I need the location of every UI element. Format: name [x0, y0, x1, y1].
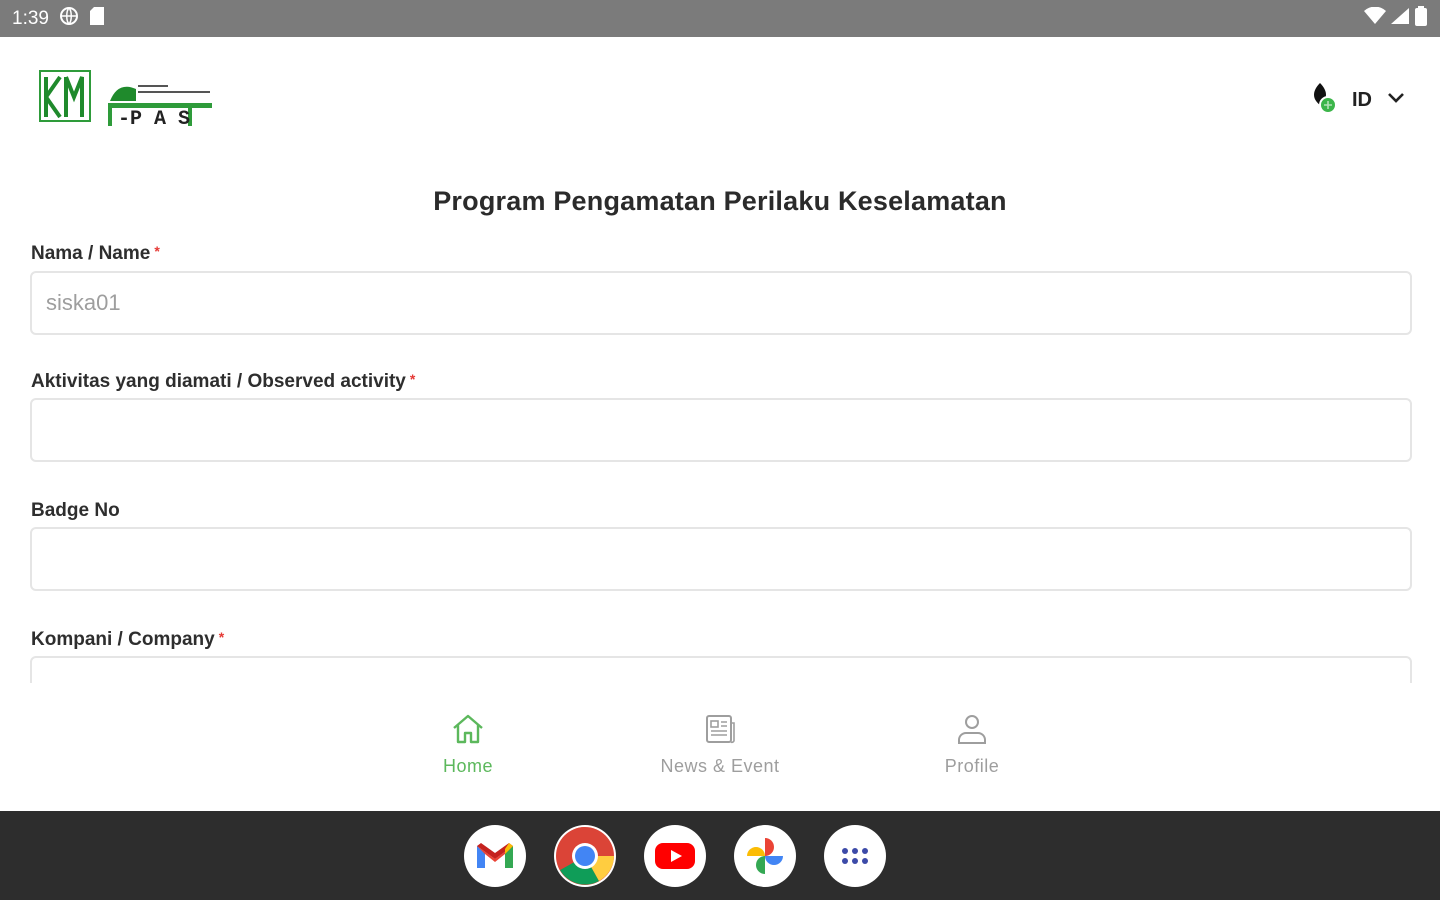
observed-activity-input[interactable]	[30, 398, 1412, 462]
field-label-activity-text: Aktivitas yang diamati / Observed activi…	[31, 371, 406, 392]
field-label-name-text: Nama / Name	[31, 243, 151, 264]
field-label-name: Nama / Name *	[31, 243, 160, 265]
field-label-company-text: Kompani / Company	[31, 629, 215, 650]
app-header: -P A S ID	[0, 37, 1440, 157]
chevron-down-icon[interactable]	[1386, 91, 1406, 110]
status-right	[1364, 6, 1428, 31]
badge-no-input[interactable]	[30, 527, 1412, 591]
signal-icon	[1390, 7, 1410, 30]
nav-label-profile[interactable]: Profile	[945, 756, 1000, 777]
nav-label-news[interactable]: News & Event	[660, 756, 779, 777]
nav-item-profile[interactable]: Profile	[872, 713, 1072, 777]
name-input[interactable]	[30, 271, 1412, 335]
svg-text:-P A S: -P A S	[118, 108, 190, 129]
location-status-icon[interactable]	[1308, 81, 1338, 120]
required-marker: *	[409, 371, 416, 387]
home-icon[interactable]	[451, 713, 485, 750]
vpn-globe-icon	[59, 6, 79, 32]
required-marker: *	[218, 629, 225, 645]
field-label-badge: Badge No	[31, 500, 120, 522]
field-label-activity: Aktivitas yang diamati / Observed activi…	[31, 371, 415, 393]
nav-item-news[interactable]: News & Event	[620, 713, 820, 777]
language-code[interactable]: ID	[1352, 89, 1372, 112]
required-marker: *	[154, 243, 160, 259]
status-left: 1:39	[12, 6, 105, 32]
wifi-icon	[1364, 6, 1386, 30]
app-drawer-icon[interactable]	[824, 825, 886, 887]
status-time: 1:39	[12, 7, 49, 29]
newspaper-icon[interactable]	[703, 713, 737, 750]
nav-item-home[interactable]: Home	[368, 713, 568, 777]
person-icon[interactable]	[955, 713, 989, 750]
nav-label-home[interactable]: Home	[443, 756, 493, 777]
battery-icon	[1414, 6, 1428, 31]
status-bar: 1:39	[0, 0, 1440, 37]
chrome-icon[interactable]	[554, 825, 616, 887]
system-dock	[0, 811, 1440, 900]
language-selector[interactable]: ID	[1308, 81, 1406, 120]
gmail-icon[interactable]	[464, 825, 526, 887]
field-label-badge-text: Badge No	[31, 500, 120, 521]
field-label-company: Kompani / Company *	[31, 629, 224, 651]
kim-ipas-logo: -P A S	[38, 67, 218, 131]
photos-icon[interactable]	[734, 825, 796, 887]
page-title: Program Pengamatan Perilaku Keselamatan	[433, 186, 1007, 216]
sd-card-icon	[89, 6, 105, 32]
bottom-navigation: Home News & Event Profile	[0, 683, 1440, 811]
youtube-icon[interactable]	[644, 825, 706, 887]
